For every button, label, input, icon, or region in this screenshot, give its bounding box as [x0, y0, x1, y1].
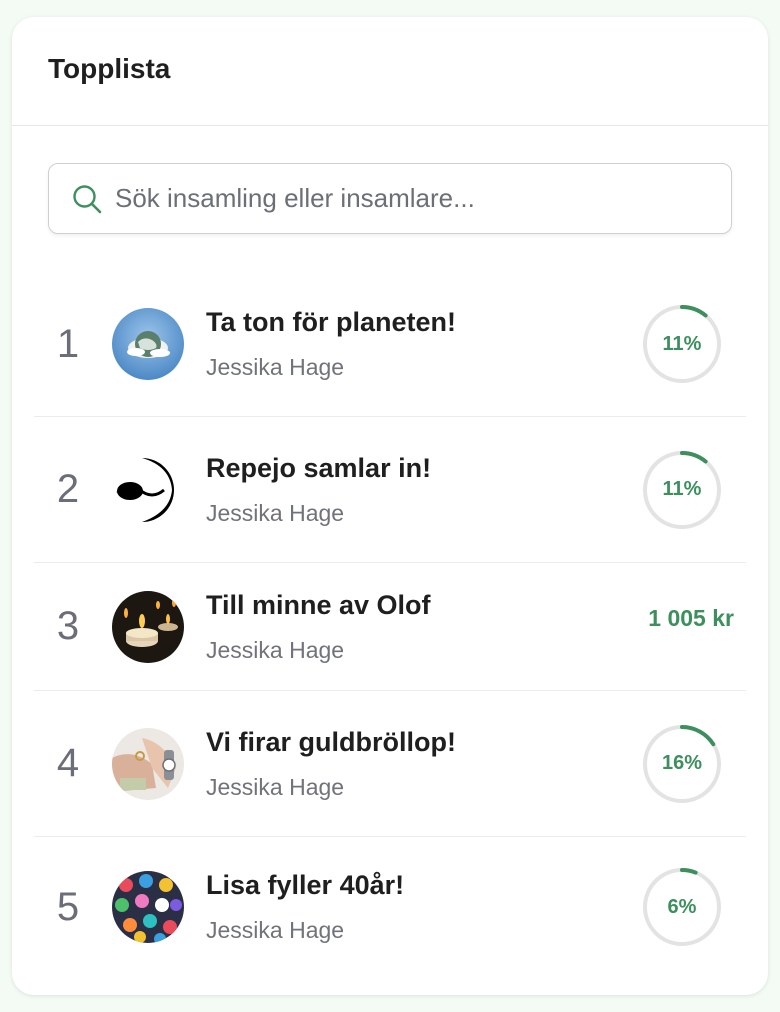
search-icon	[71, 183, 103, 215]
progress-label: 11%	[662, 478, 702, 500]
leaderboard-row[interactable]: 1 Ta ton för planeten! Jessika Hage 11%	[34, 272, 746, 417]
fundraiser-name[interactable]: Ta ton för planeten!	[206, 307, 642, 338]
rank-number: 1	[56, 321, 80, 366]
search-input[interactable]	[115, 183, 695, 214]
leaderboard-row[interactable]: 3 Till minne av Olof Jessika Hage 1 005 …	[34, 563, 746, 691]
fundraiser-owner: Jessika Hage	[206, 917, 345, 943]
raised-amount: 1 005 kr	[648, 605, 734, 631]
leaderboard-card: Topplista 1	[12, 17, 768, 995]
leaderboard-row[interactable]: 5 Lisa fyller 40år! Jessika Hage 6%	[34, 837, 746, 977]
rank-number: 5	[56, 884, 80, 929]
rank-number: 4	[56, 741, 80, 785]
progress-label: 11%	[662, 332, 702, 355]
candles-image	[112, 590, 184, 663]
rings-image	[112, 727, 184, 800]
fundraiser-owner: Jessika Hage	[206, 636, 345, 663]
card-header: Topplista	[12, 17, 768, 126]
progress-ring: 11%	[642, 304, 722, 384]
progress-ring: 6%	[642, 867, 722, 947]
rank-number: 2	[56, 467, 80, 511]
fundraiser-owner: Jessika Hage	[206, 773, 345, 800]
fundraiser-name[interactable]: Vi firar guldbröllop!	[206, 727, 642, 758]
fundraiser-owner: Jessika Hage	[206, 354, 345, 380]
progress-label: 16%	[661, 752, 703, 774]
fundraiser-name[interactable]: Till minne av Olof	[206, 590, 648, 621]
progress-label: 6%	[667, 895, 697, 918]
progress-ring: 11%	[642, 450, 722, 530]
card-title: Topplista	[48, 53, 171, 84]
fundraiser-name[interactable]: Lisa fyller 40år!	[206, 870, 642, 901]
fundraiser-name[interactable]: Repejo samlar in!	[206, 453, 642, 484]
rank-number: 3	[56, 604, 80, 648]
beads-image	[112, 871, 184, 943]
search-box[interactable]	[48, 163, 732, 234]
leaderboard-row[interactable]: 2 Repejo samlar in! Jessika Hage 11%	[34, 417, 746, 563]
repejo-logo	[112, 453, 184, 526]
progress-ring: 16%	[642, 724, 722, 804]
leaderboard-row[interactable]: 4 Vi firar guldbröllop! Jessika Hage 16%	[34, 691, 746, 837]
leaderboard-list: 1 Ta ton för planeten! Jessika Hage 11% …	[12, 272, 768, 977]
fundraiser-owner: Jessika Hage	[206, 499, 345, 526]
planet-image	[112, 308, 184, 380]
